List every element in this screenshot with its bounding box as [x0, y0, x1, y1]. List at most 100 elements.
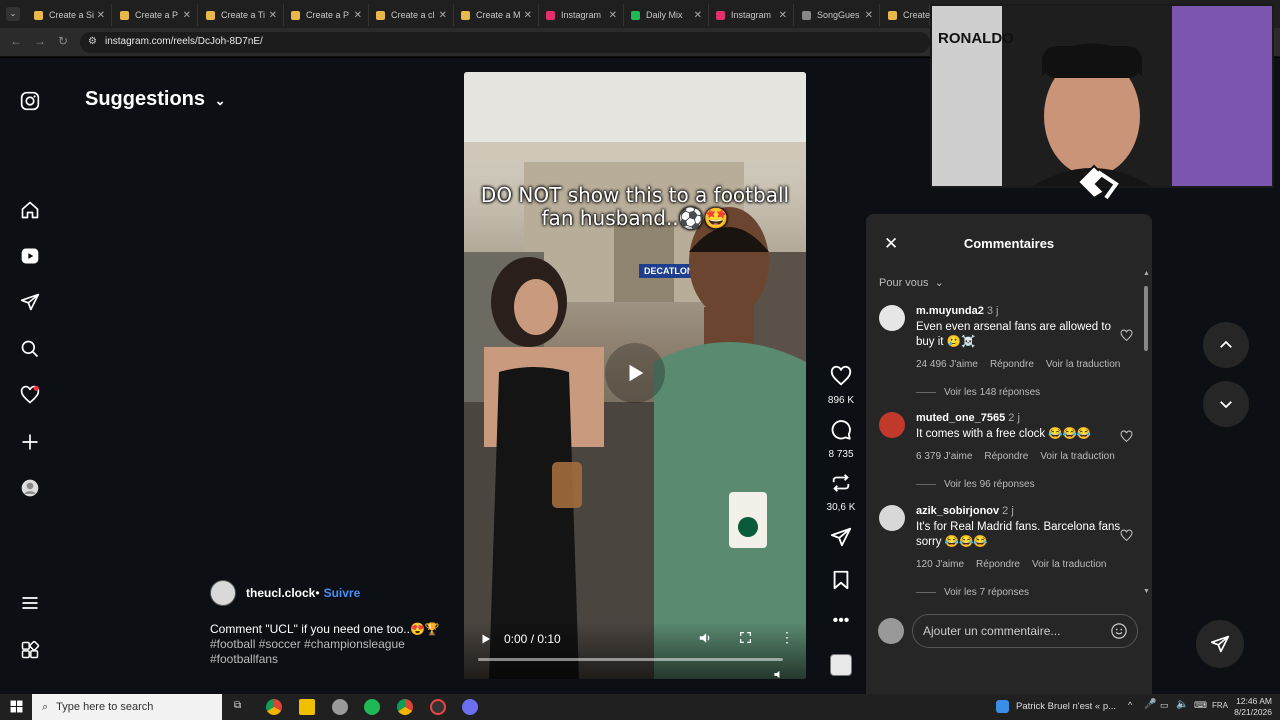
- keyboard-icon[interactable]: ⌨: [1194, 700, 1207, 711]
- save-action[interactable]: [826, 569, 856, 596]
- volume-tray-icon[interactable]: 🔈: [1176, 699, 1188, 710]
- taskbar-search[interactable]: ⌕: [32, 694, 222, 720]
- emoji-icon[interactable]: [1110, 622, 1128, 645]
- reply-button[interactable]: Répondre: [990, 359, 1034, 370]
- view-replies-button[interactable]: Voir les 7 réponses: [944, 587, 1029, 598]
- tab-close-icon[interactable]: ✕: [609, 10, 617, 21]
- task-view-icon[interactable]: ⧉: [234, 700, 241, 711]
- browser-tab[interactable]: Create a cl ✕: [370, 4, 454, 26]
- tab-close-icon[interactable]: ✕: [865, 10, 873, 21]
- follow-button[interactable]: Suivre: [324, 586, 361, 600]
- comment-username[interactable]: muted_one_7565 2 j: [916, 412, 1020, 424]
- browser-tab[interactable]: Create: [882, 4, 930, 26]
- view-replies-button[interactable]: Voir les 148 réponses: [944, 387, 1040, 398]
- create-plus-icon[interactable]: [19, 431, 41, 453]
- comment-user[interactable]: m.muyunda2: [916, 305, 984, 317]
- caption-hashtags[interactable]: #football #soccer #championsleague #foot…: [210, 637, 450, 667]
- scroll-thumb[interactable]: [1144, 286, 1148, 351]
- obs-taskbar-icon[interactable]: [430, 699, 446, 715]
- instagram-logo-icon[interactable]: [19, 90, 41, 112]
- previous-reel-button[interactable]: [1203, 322, 1249, 368]
- tab-close-icon[interactable]: ✕: [779, 10, 787, 21]
- video-progress-bar[interactable]: [478, 658, 783, 661]
- browser-tab[interactable]: Instagram ✕: [540, 4, 624, 26]
- messages-float-button[interactable]: [1196, 620, 1244, 668]
- video-options-icon[interactable]: ⋮: [780, 630, 794, 644]
- tab-close-icon[interactable]: ✕: [524, 10, 532, 21]
- url-field[interactable]: ⚙ instagram.com/reels/DcJoh-8D7nE/: [80, 32, 930, 53]
- reply-button[interactable]: Répondre: [984, 451, 1028, 462]
- comment-like-icon[interactable]: [1120, 430, 1133, 448]
- comment-like-icon[interactable]: [1120, 529, 1133, 547]
- app-taskbar-icon[interactable]: [332, 699, 348, 715]
- author-avatar[interactable]: [210, 580, 236, 606]
- comment-action[interactable]: 8 735: [826, 419, 856, 460]
- reel-video[interactable]: DECATLON DO NOT show this to a football …: [464, 72, 806, 679]
- comment-avatar[interactable]: [879, 412, 905, 438]
- translate-button[interactable]: Voir la traduction: [1040, 451, 1115, 462]
- share-action[interactable]: [826, 526, 856, 553]
- next-reel-button[interactable]: [1203, 381, 1249, 427]
- network-icon[interactable]: ▭: [1160, 700, 1169, 711]
- tab-close-icon[interactable]: ✕: [97, 10, 105, 21]
- spotify-taskbar-icon[interactable]: [364, 699, 380, 715]
- tab-close-icon[interactable]: ✕: [269, 10, 277, 21]
- meta-apps-icon[interactable]: [19, 639, 41, 661]
- comment-avatar[interactable]: [879, 505, 905, 531]
- discord-taskbar-icon[interactable]: [462, 699, 478, 715]
- browser-tab[interactable]: Create a Si ✕: [28, 4, 112, 26]
- now-playing-widget[interactable]: Patrick Bruel n'est « p...: [996, 700, 1116, 713]
- repost-action[interactable]: 30,6 K: [826, 472, 856, 513]
- translate-button[interactable]: Voir la traduction: [1046, 359, 1121, 370]
- microphone-icon[interactable]: 🎤: [1144, 699, 1156, 710]
- tab-list-dropdown-icon[interactable]: ⌄: [6, 7, 20, 21]
- windows-start-icon[interactable]: [10, 700, 23, 718]
- browser-tab[interactable]: Daily Mix ✕: [625, 4, 709, 26]
- browser-tab[interactable]: Create a P ✕: [114, 4, 198, 26]
- back-icon[interactable]: ←: [8, 34, 24, 48]
- like-action[interactable]: 896 K: [826, 365, 856, 406]
- browser-tab[interactable]: Create a Ti ✕: [200, 4, 284, 26]
- more-menu-icon[interactable]: [19, 592, 41, 614]
- taskbar-search-input[interactable]: [56, 701, 207, 713]
- translate-button[interactable]: Voir la traduction: [1032, 559, 1107, 570]
- suggestions-dropdown[interactable]: Suggestions ⌄: [85, 88, 225, 111]
- tab-close-icon[interactable]: ✕: [694, 10, 702, 21]
- tab-close-icon[interactable]: ✕: [354, 10, 362, 21]
- tray-chevron-icon[interactable]: ^: [1128, 700, 1132, 710]
- reels-icon[interactable]: [19, 245, 41, 267]
- site-info-icon[interactable]: ⚙: [88, 36, 97, 47]
- play-overlay-button[interactable]: [605, 343, 665, 403]
- sort-dropdown[interactable]: Pour vous ⌄: [879, 276, 944, 289]
- home-icon[interactable]: [19, 199, 41, 221]
- author-username[interactable]: theucl.clock: [246, 586, 315, 600]
- mute-button[interactable]: [773, 667, 784, 679]
- reload-icon[interactable]: ↻: [55, 34, 71, 48]
- browser-tab[interactable]: Instagram ✕: [710, 4, 794, 26]
- chrome-active-taskbar-icon[interactable]: [397, 699, 413, 715]
- search-icon[interactable]: [19, 338, 41, 360]
- system-clock[interactable]: 12:46 AM 8/21/2026: [1234, 696, 1272, 718]
- comment-user[interactable]: muted_one_7565: [916, 412, 1005, 424]
- reply-button[interactable]: Répondre: [976, 559, 1020, 570]
- view-replies-button[interactable]: Voir les 96 réponses: [944, 479, 1035, 490]
- play-button[interactable]: [480, 632, 492, 650]
- fullscreen-button[interactable]: [739, 631, 752, 649]
- comment-like-icon[interactable]: [1120, 329, 1133, 347]
- comment-input[interactable]: [912, 614, 1138, 648]
- volume-button[interactable]: [698, 631, 712, 650]
- more-options-icon[interactable]: •••: [826, 612, 856, 630]
- forward-icon[interactable]: →: [32, 34, 48, 48]
- comment-avatar[interactable]: [879, 305, 905, 331]
- comment-username[interactable]: m.muyunda2 3 j: [916, 305, 998, 317]
- browser-tab[interactable]: SongGues ✕: [796, 4, 880, 26]
- language-indicator[interactable]: FRA: [1212, 701, 1228, 710]
- browser-tab[interactable]: Create a M ✕: [455, 4, 539, 26]
- comments-scrollbar[interactable]: ▲ ▼: [1143, 270, 1150, 600]
- comment-user[interactable]: azik_sobirjonov: [916, 505, 999, 517]
- audio-thumbnail[interactable]: [826, 654, 856, 681]
- profile-avatar-icon[interactable]: [19, 477, 41, 499]
- messages-icon[interactable]: [19, 291, 41, 313]
- browser-tab[interactable]: Create a P ✕: [285, 4, 369, 26]
- tab-close-icon[interactable]: ✕: [183, 10, 191, 21]
